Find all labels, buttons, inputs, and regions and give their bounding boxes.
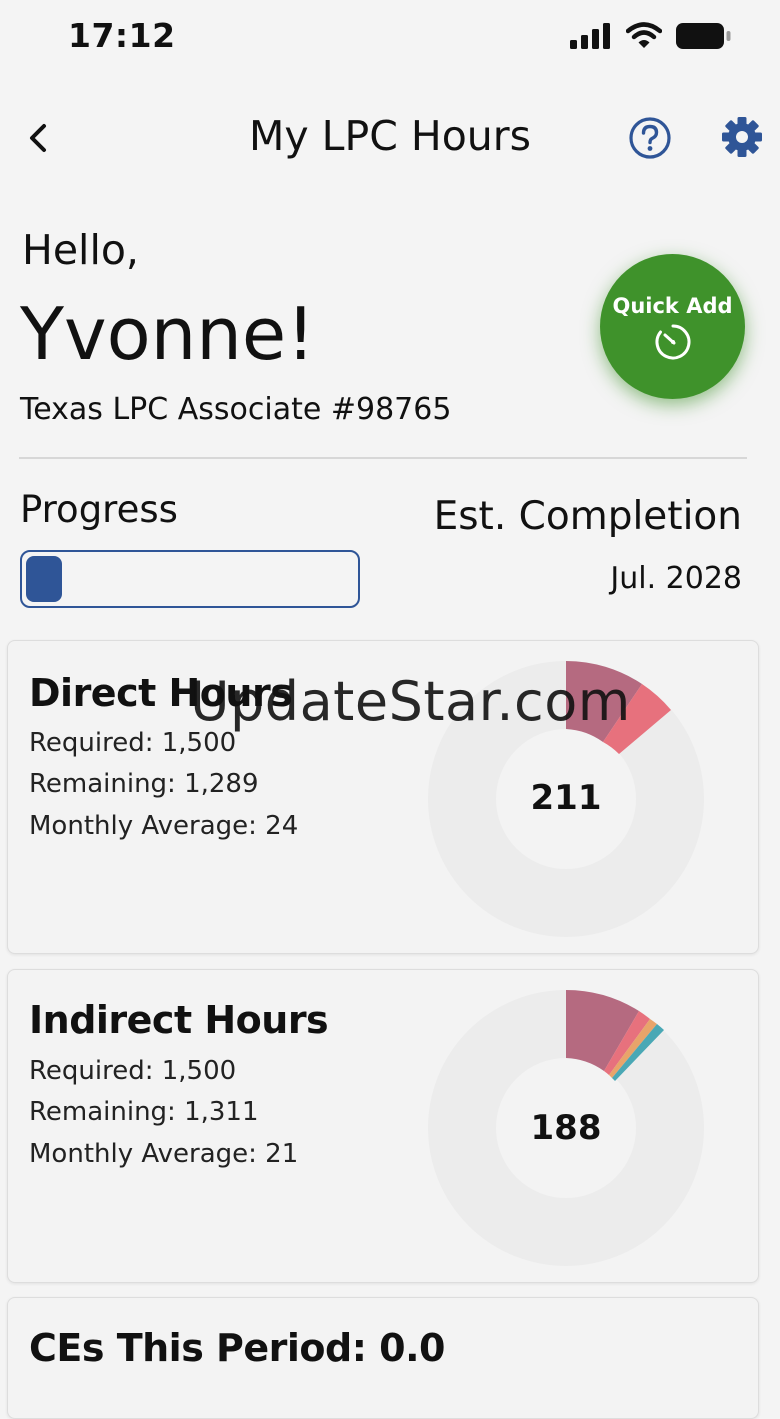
est-completion-label: Est. Completion xyxy=(433,494,742,539)
greeting-hello: Hello, xyxy=(22,226,139,274)
progress-label: Progress xyxy=(20,488,178,531)
settings-button[interactable] xyxy=(720,115,764,159)
remaining-text: Remaining: 1,289 xyxy=(29,769,259,799)
quick-add-button[interactable]: Quick Add xyxy=(600,254,745,399)
gear-icon xyxy=(722,117,762,157)
progress-bar xyxy=(20,550,360,608)
quick-add-label: Quick Add xyxy=(612,293,733,318)
timer-icon xyxy=(655,324,690,359)
ces-card[interactable]: CEs This Period: 0.0 xyxy=(7,1297,759,1419)
divider xyxy=(19,457,747,459)
monthly-average-text: Monthly Average: 24 xyxy=(29,811,299,841)
indirect-hours-card[interactable]: Indirect Hours Required: 1,500 Remaining… xyxy=(7,969,759,1283)
progress-fill xyxy=(26,556,62,602)
help-button[interactable] xyxy=(628,116,672,160)
remaining-text: Remaining: 1,311 xyxy=(29,1097,259,1127)
status-icons xyxy=(570,22,732,50)
monthly-average-text: Monthly Average: 21 xyxy=(29,1139,299,1169)
greeting-name: Yvonne! xyxy=(20,292,316,376)
est-completion-date: Jul. 2028 xyxy=(610,561,742,596)
indirect-hours-total: 188 xyxy=(530,1108,602,1148)
direct-hours-total: 211 xyxy=(530,778,602,818)
help-icon xyxy=(629,117,671,159)
status-time: 17:12 xyxy=(68,16,176,55)
required-text: Required: 1,500 xyxy=(29,1056,237,1086)
wifi-icon xyxy=(626,22,662,48)
watermark: UpdateStar.com xyxy=(190,670,631,733)
signal-icon xyxy=(570,23,610,49)
card-title: Indirect Hours xyxy=(29,998,329,1042)
battery-icon xyxy=(676,23,731,49)
card-title: CEs This Period: 0.0 xyxy=(29,1326,445,1370)
license-number: Texas LPC Associate #98765 xyxy=(20,392,452,427)
